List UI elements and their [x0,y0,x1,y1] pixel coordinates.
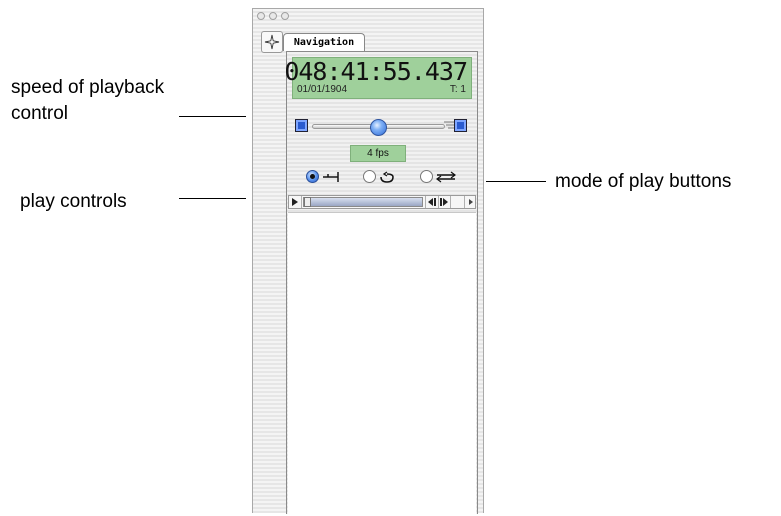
playback-progress-bar[interactable] [303,197,423,207]
step-back-icon [427,198,436,206]
annotation-speed-label: speed of playback control [11,77,164,125]
loop-icon [380,170,394,183]
step-forward-button[interactable] [438,196,451,208]
annotation-play-controls: play controls [20,191,127,212]
chevron-right-icon [469,199,473,205]
play-button[interactable] [289,196,302,208]
speed-slider[interactable] [312,119,445,136]
speed-fast-button[interactable] [454,119,467,132]
mode-play-once-radio[interactable] [306,170,319,183]
speed-slow-button[interactable] [295,119,308,132]
minimize-window-button[interactable] [269,12,277,20]
speed-fast-lines-icon [444,121,454,129]
scroll-right-button[interactable] [464,196,477,208]
close-window-button[interactable] [257,12,265,20]
tab-navigation[interactable]: Navigation [283,33,365,51]
navigation-window: Navigation 048:41:55.437 01/01/1904 T: 1… [252,8,484,516]
date-readout: 01/01/1904 [297,84,348,95]
play-controls [288,195,476,209]
mode-loop[interactable] [363,170,396,183]
step-forward-icon [439,198,448,206]
annotation-mode-buttons: mode of play buttons [555,171,732,192]
time-readout: 048:41:55.437 [284,57,468,86]
annotation-mode-pointer [486,181,546,182]
mode-loop-radio[interactable] [363,170,376,183]
speed-slider-knob[interactable] [370,119,387,136]
mode-back-and-forth[interactable] [420,170,457,183]
window-controls [257,12,289,20]
play-once-icon [323,171,339,182]
content-area [288,212,476,516]
fps-readout: 4 fps [350,145,406,162]
mode-back-and-forth-radio[interactable] [420,170,433,183]
annotation-play-controls-pointer [179,198,246,199]
mode-play-once[interactable] [306,170,341,183]
track-readout: T: 1 [449,84,466,95]
step-back-button[interactable] [425,196,439,208]
annotation-speed-line2: control [11,103,69,124]
play-icon [292,198,298,206]
annotation-speed-line1: speed of playback [11,77,165,98]
time-display: 048:41:55.437 01/01/1904 T: 1 [284,57,472,99]
playback-progress-thumb[interactable] [304,197,311,207]
zoom-window-button[interactable] [281,12,289,20]
navigation-panel: 048:41:55.437 01/01/1904 T: 1 4 fps [284,51,478,516]
back-and-forth-icon [436,171,456,182]
compass-icon[interactable] [261,31,283,53]
annotation-speed-pointer [179,116,246,117]
